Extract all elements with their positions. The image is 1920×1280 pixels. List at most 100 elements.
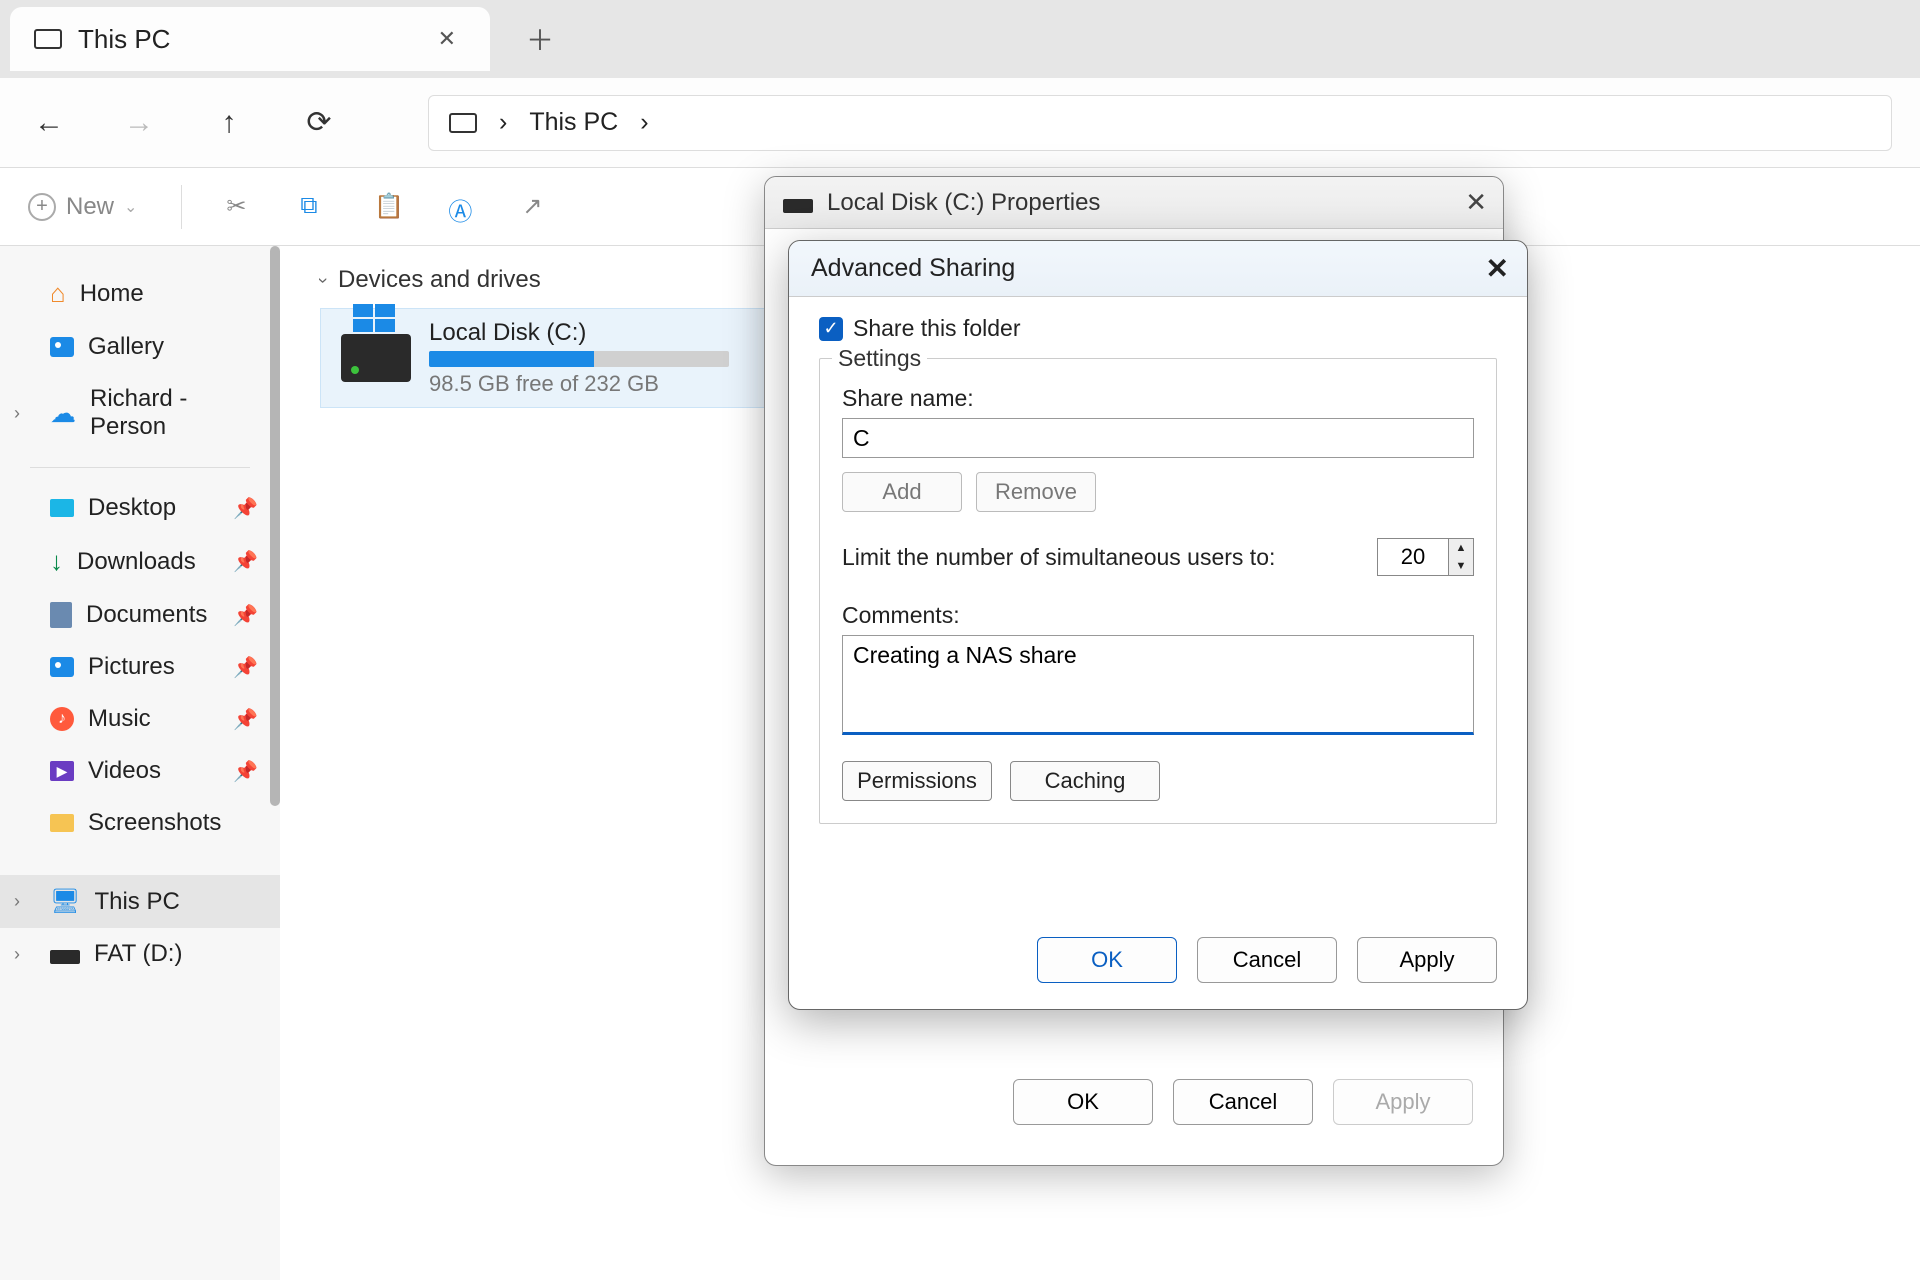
rename-button[interactable]: Ⓐ bbox=[448, 192, 478, 222]
advanced-ok-button[interactable]: OK bbox=[1037, 937, 1177, 983]
breadcrumb-separator: › bbox=[640, 108, 648, 137]
address-bar[interactable]: › This PC › bbox=[428, 95, 1892, 151]
new-label: New bbox=[66, 193, 114, 221]
sidebar-item-label: Videos bbox=[88, 757, 161, 785]
copy-icon: ⧉ bbox=[300, 192, 330, 222]
sidebar-item-fat-d[interactable]: › FAT (D:) bbox=[0, 928, 280, 980]
drive-info: Local Disk (C:) 98.5 GB free of 232 GB bbox=[429, 319, 729, 397]
tab-this-pc[interactable]: This PC ✕ bbox=[10, 7, 490, 71]
sidebar-item-desktop[interactable]: Desktop 📌 bbox=[0, 482, 280, 534]
navigation-pane: ⌂ Home Gallery › ☁ Richard - Person Desk… bbox=[0, 246, 280, 1280]
paste-button[interactable]: 📋 bbox=[374, 192, 404, 222]
sidebar-item-videos[interactable]: ▶ Videos 📌 bbox=[0, 745, 280, 797]
advanced-apply-button[interactable]: Apply bbox=[1357, 937, 1497, 983]
cloud-icon: ☁ bbox=[50, 398, 76, 429]
comments-input[interactable] bbox=[842, 635, 1474, 735]
share-name-label: Share name: bbox=[842, 385, 1474, 412]
properties-titlebar[interactable]: Local Disk (C:) Properties ✕ bbox=[765, 177, 1503, 229]
sidebar-item-documents[interactable]: Documents 📌 bbox=[0, 589, 280, 641]
breadcrumb-separator: › bbox=[499, 108, 507, 137]
pc-icon: 🖥 bbox=[50, 887, 80, 916]
up-button[interactable]: ↑ bbox=[208, 102, 250, 144]
sidebar-item-home[interactable]: ⌂ Home bbox=[0, 266, 280, 321]
drive-name: Local Disk (C:) bbox=[429, 319, 729, 347]
limit-users-input[interactable] bbox=[1378, 539, 1448, 575]
music-icon: ♪ bbox=[50, 707, 74, 731]
pin-icon[interactable]: 📌 bbox=[233, 549, 258, 574]
add-button[interactable]: Add bbox=[842, 472, 962, 512]
toolbar-separator bbox=[181, 185, 182, 229]
new-button[interactable]: + New ⌄ bbox=[28, 193, 137, 221]
remove-button[interactable]: Remove bbox=[976, 472, 1096, 512]
spinner-down-button[interactable]: ▼ bbox=[1449, 557, 1473, 575]
close-button[interactable]: ✕ bbox=[1465, 187, 1487, 218]
tab-close-button[interactable]: ✕ bbox=[428, 16, 466, 62]
advanced-sharing-button-row: OK Cancel Apply bbox=[789, 937, 1527, 1009]
sidebar-item-screenshots[interactable]: Screenshots bbox=[0, 797, 280, 849]
folder-icon bbox=[50, 814, 74, 832]
advanced-sharing-titlebar[interactable]: Advanced Sharing ✕ bbox=[789, 241, 1527, 297]
new-tab-button[interactable]: ＋ bbox=[510, 9, 570, 69]
home-icon: ⌂ bbox=[50, 278, 66, 309]
chevron-down-icon[interactable]: › bbox=[313, 277, 334, 283]
refresh-button[interactable]: ⟳ bbox=[298, 102, 340, 144]
close-button[interactable]: ✕ bbox=[1486, 252, 1509, 285]
scissors-icon: ✂ bbox=[226, 192, 256, 222]
pictures-icon bbox=[50, 657, 74, 677]
drive-icon bbox=[783, 199, 813, 213]
drive-usage-bar bbox=[429, 351, 729, 367]
sidebar-item-this-pc[interactable]: › 🖥 This PC bbox=[0, 875, 280, 928]
pin-icon[interactable]: 📌 bbox=[233, 655, 258, 680]
plus-circle-icon: + bbox=[28, 193, 56, 221]
sidebar-item-label: Music bbox=[88, 705, 151, 733]
back-button[interactable]: ← bbox=[28, 102, 70, 144]
section-title: Devices and drives bbox=[338, 266, 541, 294]
share-folder-row: ✓ Share this folder bbox=[819, 315, 1497, 342]
share-folder-checkbox[interactable]: ✓ bbox=[819, 317, 843, 341]
rename-icon: Ⓐ bbox=[448, 192, 478, 222]
advanced-cancel-button[interactable]: Cancel bbox=[1197, 937, 1337, 983]
sidebar-item-pictures[interactable]: Pictures 📌 bbox=[0, 641, 280, 693]
sidebar-item-label: Downloads bbox=[77, 548, 196, 576]
properties-button-row: OK Cancel Apply bbox=[1013, 1079, 1473, 1125]
sidebar-item-label: Screenshots bbox=[88, 809, 221, 837]
chevron-down-icon: ⌄ bbox=[124, 197, 137, 217]
tab-strip: This PC ✕ ＋ bbox=[0, 0, 1920, 78]
properties-cancel-button[interactable]: Cancel bbox=[1173, 1079, 1313, 1125]
sidebar-item-label: Documents bbox=[86, 601, 207, 629]
chevron-right-icon[interactable]: › bbox=[14, 891, 20, 912]
spinner-up-button[interactable]: ▲ bbox=[1449, 539, 1473, 557]
chevron-right-icon[interactable]: › bbox=[14, 403, 20, 424]
properties-apply-button[interactable]: Apply bbox=[1333, 1079, 1473, 1125]
gallery-icon bbox=[50, 337, 74, 357]
desktop-icon bbox=[50, 499, 74, 517]
properties-ok-button[interactable]: OK bbox=[1013, 1079, 1153, 1125]
monitor-icon bbox=[34, 25, 62, 53]
sidebar-item-gallery[interactable]: Gallery bbox=[0, 321, 280, 373]
paste-icon: 📋 bbox=[374, 192, 404, 222]
share-button[interactable]: ↗ bbox=[522, 192, 552, 222]
pin-icon[interactable]: 📌 bbox=[233, 707, 258, 732]
permissions-button[interactable]: Permissions bbox=[842, 761, 992, 801]
share-name-input[interactable] bbox=[842, 418, 1474, 458]
download-icon: ↓ bbox=[50, 546, 63, 577]
monitor-icon bbox=[449, 109, 477, 137]
forward-button[interactable]: → bbox=[118, 102, 160, 144]
caching-button[interactable]: Caching bbox=[1010, 761, 1160, 801]
sidebar-item-music[interactable]: ♪ Music 📌 bbox=[0, 693, 280, 745]
sidebar-item-label: Pictures bbox=[88, 653, 175, 681]
pin-icon[interactable]: 📌 bbox=[233, 759, 258, 784]
pin-icon[interactable]: 📌 bbox=[233, 496, 258, 521]
tab-title: This PC bbox=[78, 24, 170, 55]
copy-button[interactable]: ⧉ bbox=[300, 192, 330, 222]
sidebar-item-onedrive[interactable]: › ☁ Richard - Person bbox=[0, 373, 280, 453]
sidebar-item-downloads[interactable]: ↓ Downloads 📌 bbox=[0, 534, 280, 589]
settings-group: Settings Share name: Add Remove Limit th… bbox=[819, 358, 1497, 824]
limit-users-spinner[interactable]: ▲ ▼ bbox=[1377, 538, 1474, 576]
sidebar-item-label: Richard - Person bbox=[90, 385, 260, 441]
cut-button[interactable]: ✂ bbox=[226, 192, 256, 222]
pin-icon[interactable]: 📌 bbox=[233, 603, 258, 628]
breadcrumb-this-pc[interactable]: This PC bbox=[529, 108, 618, 137]
properties-title: Local Disk (C:) Properties bbox=[827, 189, 1100, 217]
chevron-right-icon[interactable]: › bbox=[14, 944, 20, 965]
